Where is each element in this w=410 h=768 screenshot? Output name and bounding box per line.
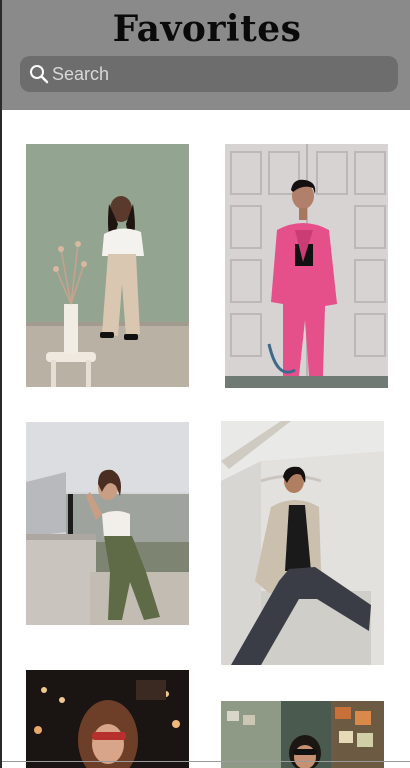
page-title: Favorites [112,8,302,50]
bottom-divider [2,761,410,762]
search-bar[interactable] [20,56,398,92]
photo-woman-curly-hair-sunglasses[interactable] [26,670,189,768]
photo-woman-beige-blazer-black-pants[interactable] [221,421,384,665]
header-bar: Favorites [2,0,410,110]
photo-woman-white-top-green-pants[interactable] [26,422,189,625]
photo-woman-pink-suit[interactable] [225,144,388,388]
photo-woman-sunglasses-shop[interactable] [221,701,384,768]
favorites-screen: Favorites [0,0,410,768]
search-icon [29,64,49,84]
search-input[interactable] [52,56,382,92]
photo-woman-white-top-beige-pants[interactable] [26,144,189,387]
